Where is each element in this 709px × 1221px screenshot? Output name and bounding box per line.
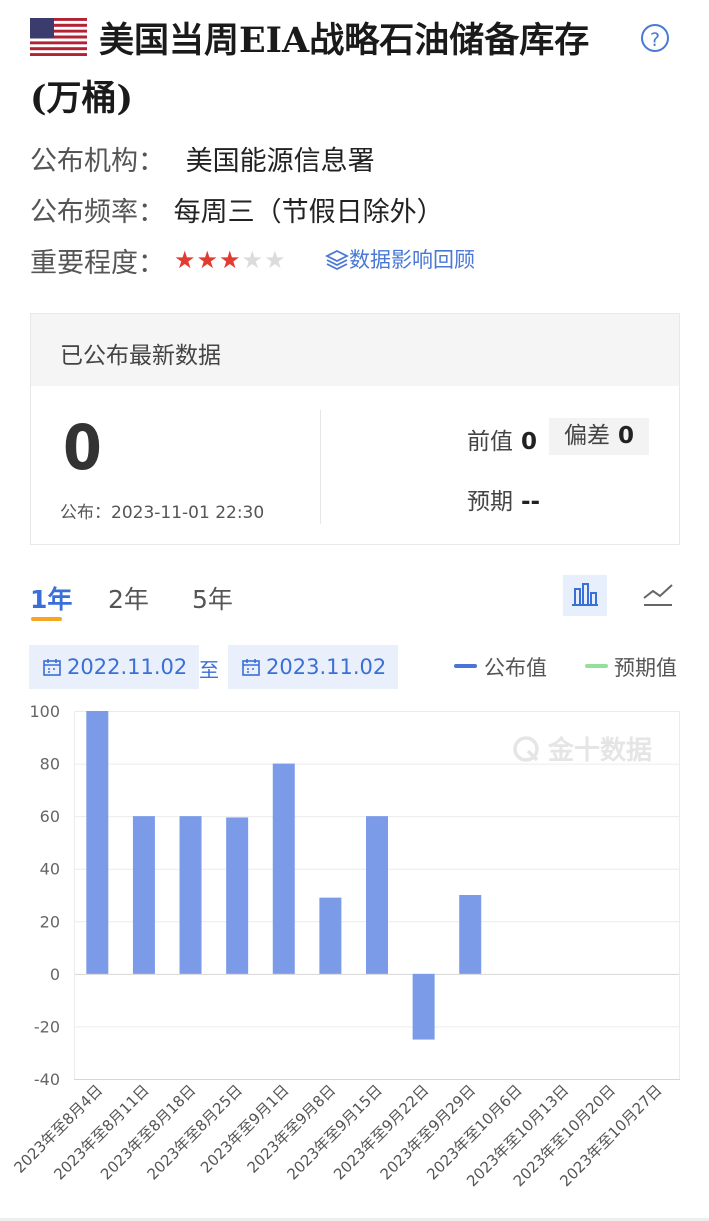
publisher-row: 公布机构： 美国能源信息署	[30, 139, 375, 178]
y-tick-label: 20	[40, 912, 60, 931]
deviation-badge: 偏差 0	[549, 418, 650, 455]
y-tick-label: 40	[40, 860, 60, 879]
bars	[86, 711, 482, 1040]
star-filled-icon: ★	[196, 246, 220, 274]
frequency-value: 每周三（节假日除外）	[173, 197, 444, 228]
bar	[319, 897, 342, 974]
star-empty-icon: ★	[264, 246, 287, 274]
bar-chart: 金十数据 100 80 60 40 20 0 -20 -40 2023年至8月4日2023年至…	[10, 702, 680, 1190]
latest-value: 0	[63, 411, 102, 484]
previous-label: 前值	[467, 429, 513, 455]
y-tick-label: 80	[40, 755, 60, 774]
layers-icon	[324, 249, 350, 271]
bar	[179, 816, 202, 974]
legend-forecast-label[interactable]: 预期值	[614, 652, 677, 682]
end-date-picker[interactable]: 2023.11.02	[228, 645, 399, 689]
deviation-label: 偏差	[564, 423, 610, 449]
legend-actual-swatch	[454, 664, 477, 668]
tab-5-year[interactable]: 5年	[192, 580, 233, 616]
deviation-value: 0	[618, 423, 635, 449]
previous-value-row: 前值 0	[467, 422, 537, 456]
watermark-logo-icon	[513, 736, 539, 762]
frequency-label: 公布频率：	[30, 197, 165, 228]
title-text: 美国当周EIA战略石油储备库存	[99, 20, 590, 61]
line-chart-icon	[643, 584, 673, 606]
question-circle-icon[interactable]: ?	[641, 24, 669, 52]
publisher-label: 公布机构：	[30, 146, 165, 177]
bar	[366, 816, 388, 974]
bar	[226, 817, 249, 974]
forecast-row: 预期 --	[467, 482, 540, 516]
y-tick-label: 100	[29, 702, 60, 721]
end-date: 2023.11.02	[266, 655, 387, 679]
legend-actual-label[interactable]: 公布值	[484, 652, 547, 682]
calendar-icon	[242, 659, 260, 676]
y-tick-label: 0	[50, 965, 60, 984]
card-header-text: 已公布最新数据	[60, 343, 221, 369]
bar	[272, 763, 295, 974]
forecast-value: --	[521, 489, 541, 515]
publisher-value: 美国能源信息署	[185, 146, 375, 177]
line-chart-toggle[interactable]	[641, 579, 675, 611]
watermark-text: 金十数据	[547, 735, 652, 766]
page-title: 美国当周EIA战略石油储备库存 (万桶)	[30, 12, 670, 128]
forecast-label: 预期	[467, 489, 513, 515]
us-flag-icon	[30, 18, 87, 56]
star-filled-icon: ★	[219, 246, 242, 274]
frequency-row: 公布频率： 每周三（节假日除外）	[30, 190, 444, 229]
importance-label: 重要程度：	[30, 248, 165, 279]
divider	[320, 410, 321, 524]
calendar-icon	[43, 659, 61, 676]
bar	[459, 895, 482, 974]
x-tick-labels: 2023年至8月4日2023年至8月11日2023年至8月18日2023年至8月…	[10, 1081, 665, 1190]
y-tick-labels: 100 80 60 40 20 0 -20 -40	[29, 702, 60, 1089]
previous-value: 0	[521, 429, 538, 455]
bar	[86, 711, 109, 974]
y-tick-label: -20	[34, 1017, 60, 1036]
importance-stars: ★★★★★	[174, 246, 287, 274]
y-tick-label: 60	[40, 807, 60, 826]
review-link[interactable]: 数据影响回顾	[324, 244, 475, 274]
tab-1-year[interactable]: 1年	[30, 580, 72, 616]
latest-data-card: 已公布最新数据 0 公布：2023-11-01 22:30 前值 0 偏差 0 预期…	[30, 313, 680, 545]
y-tick-label: -40	[34, 1070, 60, 1089]
review-link-text: 数据影响回顾	[349, 248, 475, 272]
tab-2-year[interactable]: 2年	[108, 580, 149, 616]
active-tab-underline	[31, 617, 62, 621]
legend-forecast-swatch	[585, 664, 608, 668]
bar	[412, 973, 435, 1040]
watermark: 金十数据	[513, 735, 652, 766]
publish-time: 公布：2023-11-01 22:30	[60, 503, 265, 523]
title-unit: (万桶)	[30, 78, 134, 119]
card-header: 已公布最新数据	[31, 314, 679, 386]
bar-chart-toggle[interactable]	[563, 575, 607, 616]
start-date-picker[interactable]: 2022.11.02	[29, 645, 200, 689]
date-range-to: 至	[199, 658, 219, 682]
star-filled-icon: ★	[174, 246, 197, 274]
start-date: 2022.11.02	[67, 655, 188, 679]
star-empty-icon: ★	[241, 246, 265, 274]
bar-chart-icon	[572, 583, 598, 606]
bar	[132, 816, 155, 974]
